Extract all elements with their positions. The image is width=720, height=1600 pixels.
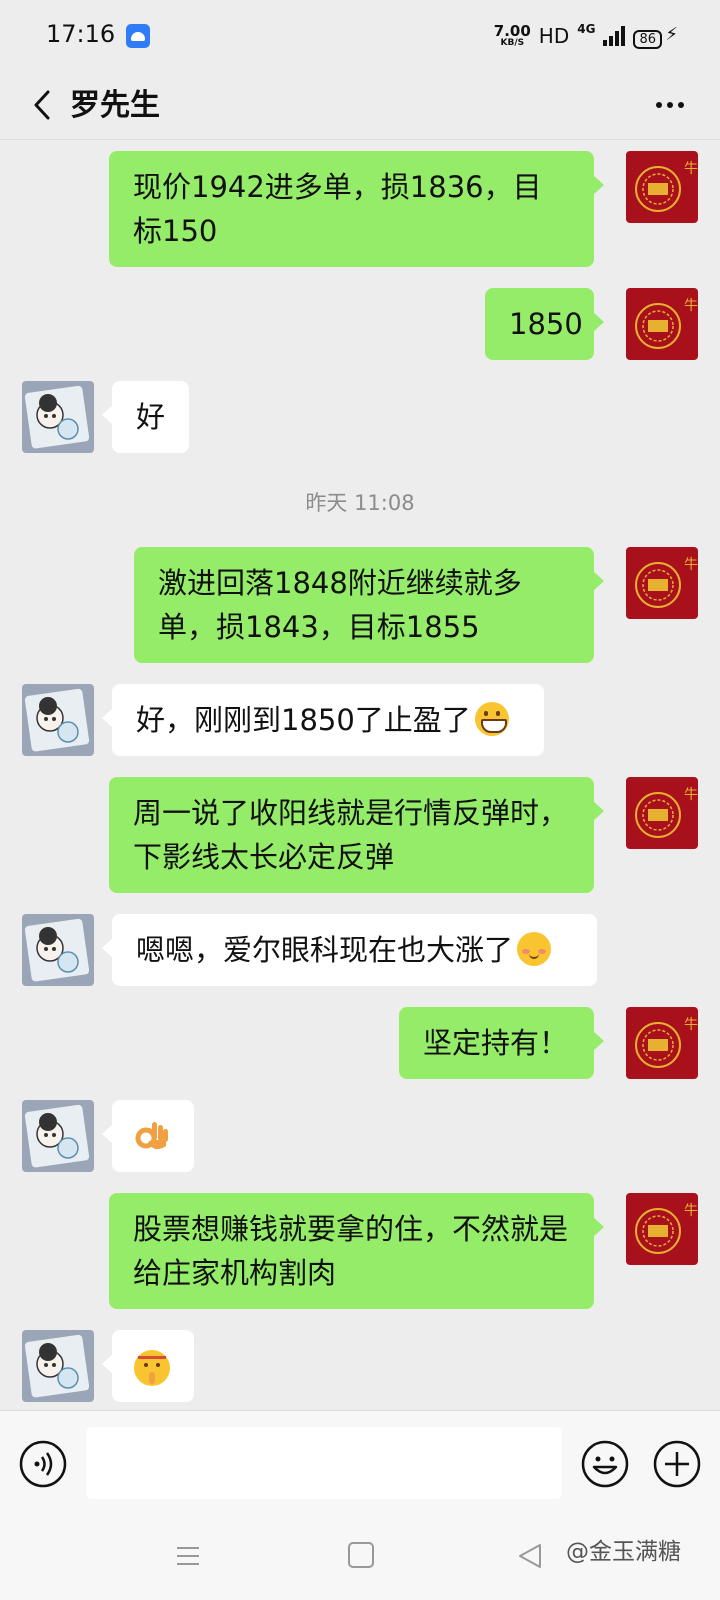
emoji-picker-icon[interactable] — [580, 1439, 630, 1489]
status-bar: 17:16 7.00 KB/S HD 4G 86 ⚡ — [0, 0, 720, 72]
my-avatar[interactable]: 牛 — [626, 777, 698, 849]
ok-hand-icon — [135, 1122, 168, 1150]
shy-smile-emoji-icon — [517, 932, 552, 966]
contact-avatar[interactable] — [22, 381, 94, 453]
grinning-emoji-icon — [474, 702, 509, 736]
contact-avatar[interactable] — [22, 1330, 94, 1402]
signal-icon — [603, 26, 626, 46]
my-avatar[interactable]: 牛 — [626, 1193, 698, 1265]
message-list[interactable]: 牛 现价1942进多单，损1836，目标150 牛 1850 好 昨天 11:0… — [0, 140, 720, 1410]
contact-message-bubble[interactable]: 好，刚刚到1850了止盈了 — [102, 684, 544, 756]
message-timestamp: 昨天 11:08 — [305, 491, 415, 515]
network-speed-value: 7.00 — [493, 22, 531, 40]
more-options-icon[interactable] — [656, 90, 692, 120]
watermark: @金玉满糖 — [566, 1539, 681, 1565]
contact-message-bubble[interactable]: 好 — [101, 381, 190, 453]
back-arrow-icon[interactable] — [28, 88, 62, 122]
charging-icon: ⚡ — [665, 24, 678, 45]
my-avatar[interactable]: 牛 — [626, 288, 698, 360]
message-text: 嗯嗯，爱尔眼科现在也大涨了 — [136, 933, 514, 967]
my-message-bubble[interactable]: 周一说了收阳线就是行情反弹时，下影线太长必定反弹 — [109, 777, 604, 893]
message-input[interactable] — [86, 1427, 562, 1499]
svg-text:牛: 牛 — [684, 298, 698, 314]
battery-level: 86 — [633, 30, 662, 49]
svg-text:牛: 牛 — [684, 161, 698, 177]
network-type: 4G — [577, 22, 596, 36]
contact-sticker-bubble[interactable] — [102, 1100, 194, 1172]
my-avatar[interactable]: 牛 — [626, 151, 698, 223]
recent-apps-icon[interactable] — [174, 1542, 202, 1570]
message-text: 好，刚刚到1850了止盈了 — [136, 703, 471, 737]
svg-text:牛: 牛 — [684, 787, 698, 803]
contact-avatar[interactable] — [22, 914, 94, 986]
contact-message-bubble[interactable]: 嗯嗯，爱尔眼科现在也大涨了 — [102, 914, 597, 986]
system-back-icon[interactable] — [516, 1542, 544, 1570]
shush-face-icon — [134, 1350, 170, 1386]
chat-header: 罗先生 — [0, 72, 720, 140]
system-nav-bar: @金玉满糖 — [0, 1520, 720, 1600]
battery-group: 86 ⚡ — [633, 24, 678, 49]
hd-indicator: HD — [538, 24, 570, 48]
chat-input-bar — [0, 1410, 720, 1520]
status-indicators: 7.00 KB/S HD 4G 86 ⚡ — [494, 22, 678, 49]
svg-text:牛: 牛 — [684, 1203, 698, 1219]
contact-avatar[interactable] — [22, 684, 94, 756]
android-app-icon — [126, 24, 150, 48]
chat-title: 罗先生 — [70, 88, 160, 123]
contact-avatar[interactable] — [22, 1100, 94, 1172]
network-speed-unit: KB/S — [500, 38, 525, 48]
svg-text:牛: 牛 — [684, 557, 698, 573]
more-functions-plus-icon[interactable] — [652, 1439, 702, 1489]
voice-input-icon[interactable] — [18, 1439, 68, 1489]
my-message-bubble[interactable]: 1850 — [485, 288, 604, 360]
my-message-bubble[interactable]: 现价1942进多单，损1836，目标150 — [109, 151, 604, 267]
status-time: 17:16 — [46, 20, 116, 48]
my-message-bubble[interactable]: 坚定持有！ — [399, 1007, 604, 1079]
my-message-bubble[interactable]: 激进回落1848附近继续就多单，损1843，目标1855 — [134, 547, 604, 663]
contact-sticker-bubble[interactable] — [102, 1330, 194, 1402]
network-speed: 7.00 KB/S — [494, 24, 531, 48]
my-message-bubble[interactable]: 股票想赚钱就要拿的住，不然就是给庄家机构割肉 — [109, 1193, 604, 1309]
my-avatar[interactable]: 牛 — [626, 1007, 698, 1079]
my-avatar[interactable]: 牛 — [626, 547, 698, 619]
svg-text:牛: 牛 — [684, 1017, 698, 1033]
home-button-icon[interactable] — [348, 1542, 374, 1568]
